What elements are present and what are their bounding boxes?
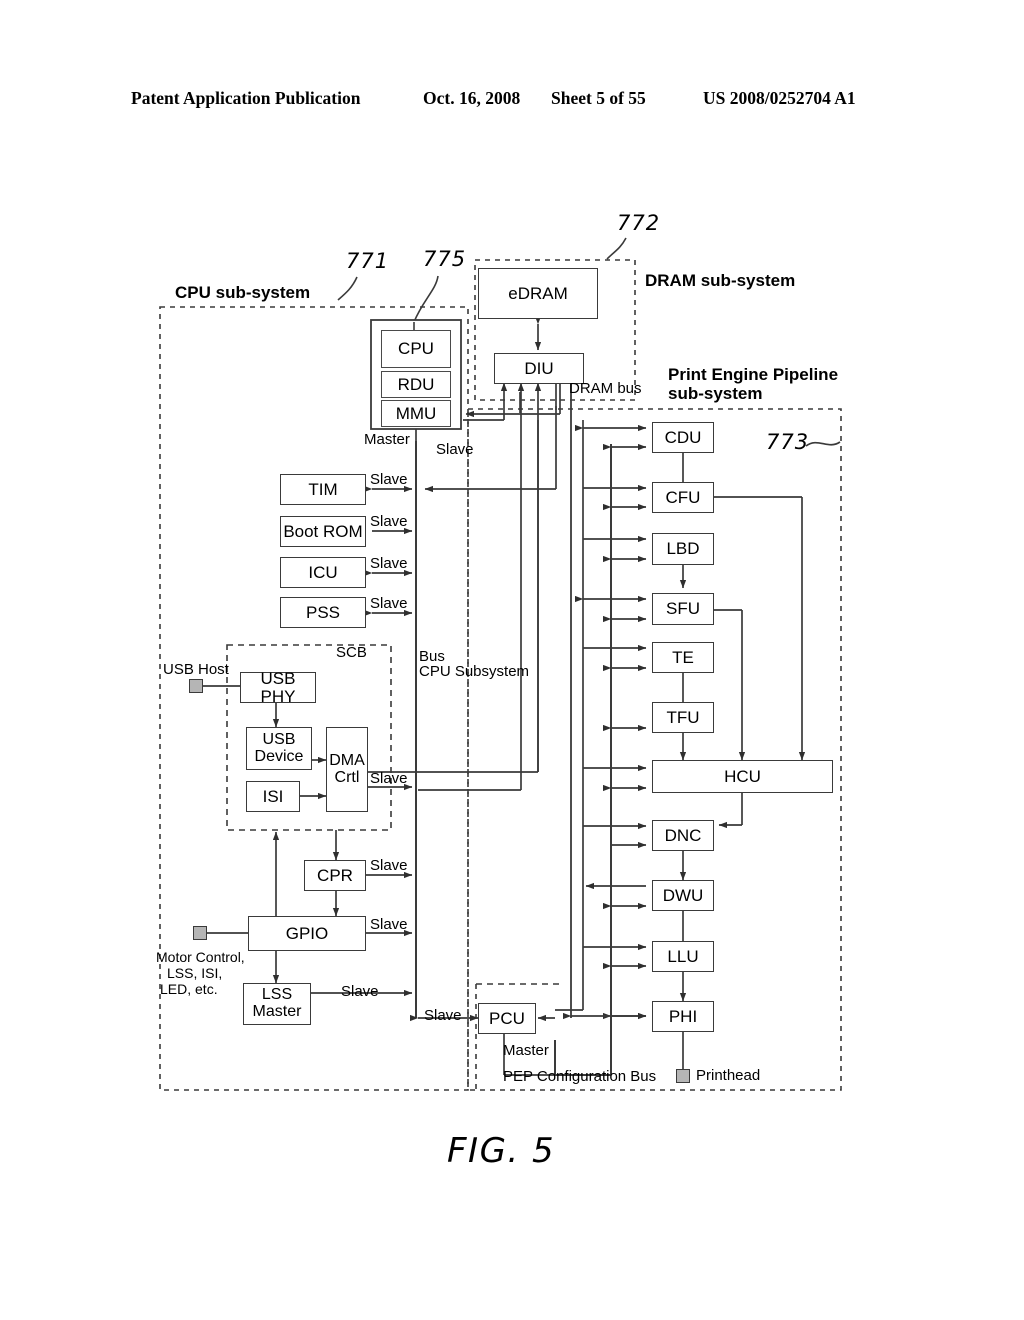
block-pcu: PCU (478, 1003, 536, 1034)
block-dma-ctrl: DMA Crtl (326, 727, 368, 812)
dma-line2: Crtl (334, 768, 360, 786)
ref-772: 772 (617, 211, 661, 235)
label-slave-tim: Slave (370, 471, 408, 488)
label-usb-host: USB Host (163, 661, 229, 678)
block-tim: TIM (280, 474, 366, 505)
usb-device-line1: USB (262, 730, 296, 748)
label-slave-pcu: Slave (424, 1007, 462, 1024)
block-cpu: CPU (381, 330, 451, 368)
label-slave-bootrom: Slave (370, 513, 408, 530)
block-usb-device: USB Device (246, 727, 312, 770)
label-slave-dma: Slave (370, 770, 408, 787)
scb-label: SCB (336, 644, 367, 661)
label-dram-bus: DRAM bus (569, 380, 642, 397)
block-boot-rom: Boot ROM (280, 516, 366, 547)
block-edram: eDRAM (478, 268, 598, 319)
printhead-connector (676, 1069, 690, 1083)
block-cpr: CPR (304, 860, 366, 891)
block-dwu: DWU (652, 880, 714, 911)
block-cdu: CDU (652, 422, 714, 453)
block-llu: LLU (652, 941, 714, 972)
ref-771: 771 (346, 249, 390, 273)
diagram-canvas (159, 237, 842, 1091)
block-tfu: TFU (652, 702, 714, 733)
ref-775: 775 (423, 247, 467, 271)
label-motor-line1: Motor Control, (156, 949, 245, 965)
block-mmu: MMU (381, 400, 451, 427)
lss-line2: Master (252, 1003, 302, 1020)
label-printhead: Printhead (696, 1067, 761, 1084)
label-motor-line3: LED, etc. (160, 981, 218, 997)
label-pep-config-bus: PEP Configuration Bus (503, 1068, 657, 1085)
usb-host-connector (189, 679, 203, 693)
pep-subsystem-title-line2: sub-system (668, 384, 763, 403)
block-lbd: LBD (652, 533, 714, 565)
dma-line1: DMA (329, 751, 365, 769)
label-motor-line2: LSS, ISI, (167, 965, 223, 981)
patent-figure-page: Patent Application Publication Oct. 16, … (0, 0, 1024, 1320)
block-icu: ICU (280, 557, 366, 588)
label-master-pcu: Master (503, 1042, 549, 1059)
block-lss-master: LSS Master (243, 983, 311, 1025)
label-slave-cpu-bus: Slave (436, 441, 474, 458)
label-slave-gpio: Slave (370, 916, 408, 933)
label-slave-cpr: Slave (370, 857, 408, 874)
block-rdu: RDU (381, 371, 451, 398)
label-master-cpu: Master (364, 431, 410, 448)
usb-device-line2: Device (254, 747, 304, 765)
block-pss: PSS (280, 597, 366, 628)
dram-subsystem-title: DRAM sub-system (645, 271, 796, 290)
label-slave-icu: Slave (370, 555, 408, 572)
block-gpio: GPIO (248, 916, 366, 951)
block-usb-phy: USB PHY (240, 669, 316, 705)
block-isi: ISI (246, 781, 300, 812)
pep-subsystem-title-line1: Print Engine Pipeline (668, 365, 839, 384)
lss-line1: LSS (261, 986, 293, 1004)
ref-773: 773 (766, 430, 810, 454)
block-cfu: CFU (652, 482, 714, 513)
label-slave-lss: Slave (341, 983, 379, 1000)
block-dnc: DNC (652, 820, 714, 851)
motor-control-connector (193, 926, 207, 940)
block-te: TE (652, 642, 714, 673)
label-bus-line2: CPU Subsystem (419, 663, 530, 680)
block-hcu: HCU (652, 760, 833, 793)
figure-caption: FIG. 5 (447, 1131, 556, 1171)
block-sfu: SFU (652, 593, 714, 625)
cpu-subsystem-title: CPU sub-system (175, 283, 311, 302)
block-phi: PHI (652, 1001, 714, 1032)
label-slave-pss: Slave (370, 595, 408, 612)
